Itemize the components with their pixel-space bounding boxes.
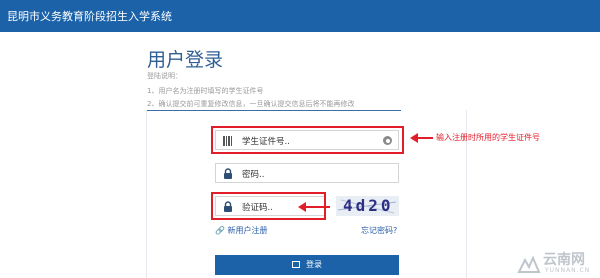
annotation-arrow-captcha [298,202,330,212]
watermark-logo: 云南网 YUNNAN.CN [516,248,600,278]
register-link-label: 新用户注册 [227,226,268,235]
register-link[interactable]: 🔗 新用户注册 [215,225,268,236]
login-icon [292,261,300,268]
login-button[interactable]: 登录 [215,255,399,275]
app-title: 昆明市义务教育阶段招生入学系统 [7,10,172,23]
password-input[interactable]: 密码.. [215,163,399,183]
login-button-label: 登录 [306,260,322,269]
password-placeholder: 密码.. [242,170,265,180]
watermark-subtext: YUNNAN.CN [545,267,591,274]
watermark-text: 云南网 [543,252,585,268]
login-note-2: 2、确认提交前可重复修改信息，一旦确认提交信息后将不能再修改 [147,100,355,108]
section-divider [147,110,401,111]
highlight-box-id [211,126,404,154]
header-bar: 昆明市义务教育阶段招生入学系统 [0,0,600,32]
login-title: 用户登录 [147,49,224,71]
captcha-image[interactable]: 4d20 [336,196,399,216]
forgot-password-link[interactable]: 忘记密码? [361,225,397,236]
captcha-code: 4d20 [343,196,394,215]
watermark-icon [517,255,541,273]
lock-icon [224,168,232,179]
login-note-1: 1、用户名为注册时填写的学生证件号 [147,87,264,95]
annotation-text: 输入注册时所用的学生证件号 [436,133,540,142]
annotation-arrow-id [410,133,433,143]
link-icon: 🔗 [215,226,225,235]
login-note-title: 登陆说明： [147,72,182,80]
panel-left-border [146,110,147,278]
